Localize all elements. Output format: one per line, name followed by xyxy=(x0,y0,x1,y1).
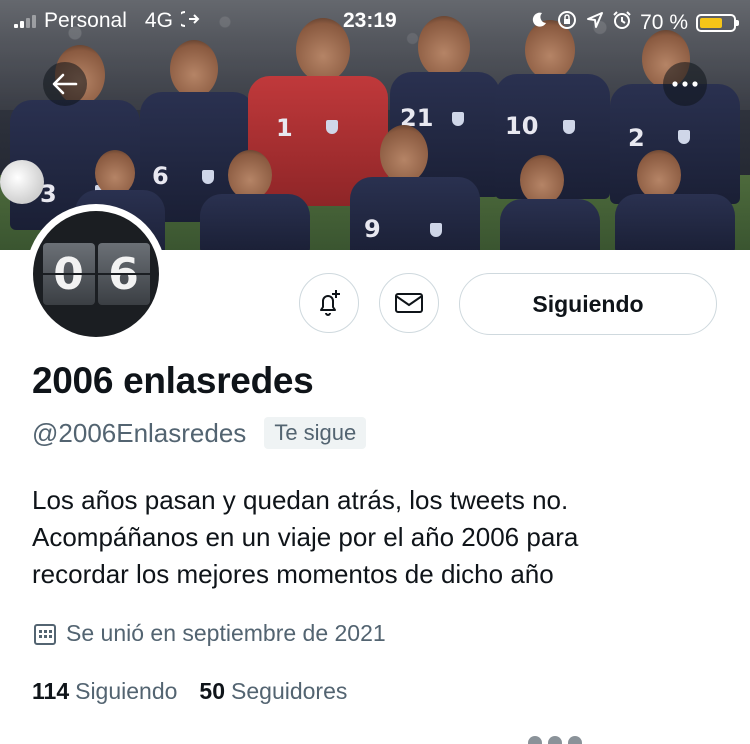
follow-stats: 114 Siguiendo 50 Seguidores xyxy=(32,678,347,705)
following-count: 114 xyxy=(32,678,70,704)
following-stat[interactable]: 114 Siguiendo xyxy=(32,678,177,705)
alarm-icon xyxy=(612,10,632,36)
message-button[interactable] xyxy=(379,273,439,333)
partial-icons xyxy=(528,736,638,744)
followers-stat[interactable]: 50 Seguidores xyxy=(199,678,347,705)
battery-icon xyxy=(696,14,739,32)
calendar-icon xyxy=(34,623,56,645)
rotation-lock-icon xyxy=(556,9,578,37)
bio-line: Los años pasan y quedan atrás, los tweet… xyxy=(32,485,569,515)
moon-icon xyxy=(530,11,548,35)
handle: @2006Enlasredes xyxy=(32,417,247,448)
avatar-image: 0 6 xyxy=(33,211,159,337)
location-icon xyxy=(586,11,604,35)
carrier-label: Personal xyxy=(44,9,127,32)
flip-digit: 0 xyxy=(42,243,95,305)
avatar[interactable]: 0 6 xyxy=(26,204,166,344)
bio-line: Acompáñanos en un viaje por el año 2006 … xyxy=(32,522,579,552)
bell-plus-icon xyxy=(320,290,340,316)
clock: 23:19 xyxy=(343,9,397,32)
envelope-icon xyxy=(395,293,423,313)
banner-ball xyxy=(0,160,44,204)
bio: Los años pasan y quedan atrás, los tweet… xyxy=(32,482,722,593)
network-label: 4G xyxy=(144,9,173,32)
more-dots-icon xyxy=(672,81,698,87)
more-options-button[interactable] xyxy=(663,62,707,106)
bio-line: recordar los mejores momentos de dicho a… xyxy=(32,559,554,589)
handle-row: @2006Enlasredes Te sigue xyxy=(32,417,367,449)
call-forward-icon xyxy=(176,10,201,32)
back-arrow-icon xyxy=(52,73,78,95)
follows-you-badge: Te sigue xyxy=(264,417,367,449)
back-button[interactable] xyxy=(43,62,87,106)
followers-count: 50 xyxy=(199,678,226,704)
joined-text: Se unió en septiembre de 2021 xyxy=(66,620,386,646)
signal-icon xyxy=(14,14,36,28)
following-button[interactable]: Siguiendo xyxy=(459,273,717,335)
joined-date: Se unió en septiembre de 2021 xyxy=(32,620,386,647)
status-bar: Personal 4G 23:19 70 % xyxy=(0,0,750,42)
following-label: Siguiendo xyxy=(75,678,178,704)
followers-label: Seguidores xyxy=(231,678,348,704)
flip-digit: 6 xyxy=(97,243,150,305)
battery-percent: 70 % xyxy=(640,11,688,34)
notifications-button[interactable] xyxy=(299,273,359,333)
display-name: 2006 enlasredes xyxy=(32,360,314,401)
